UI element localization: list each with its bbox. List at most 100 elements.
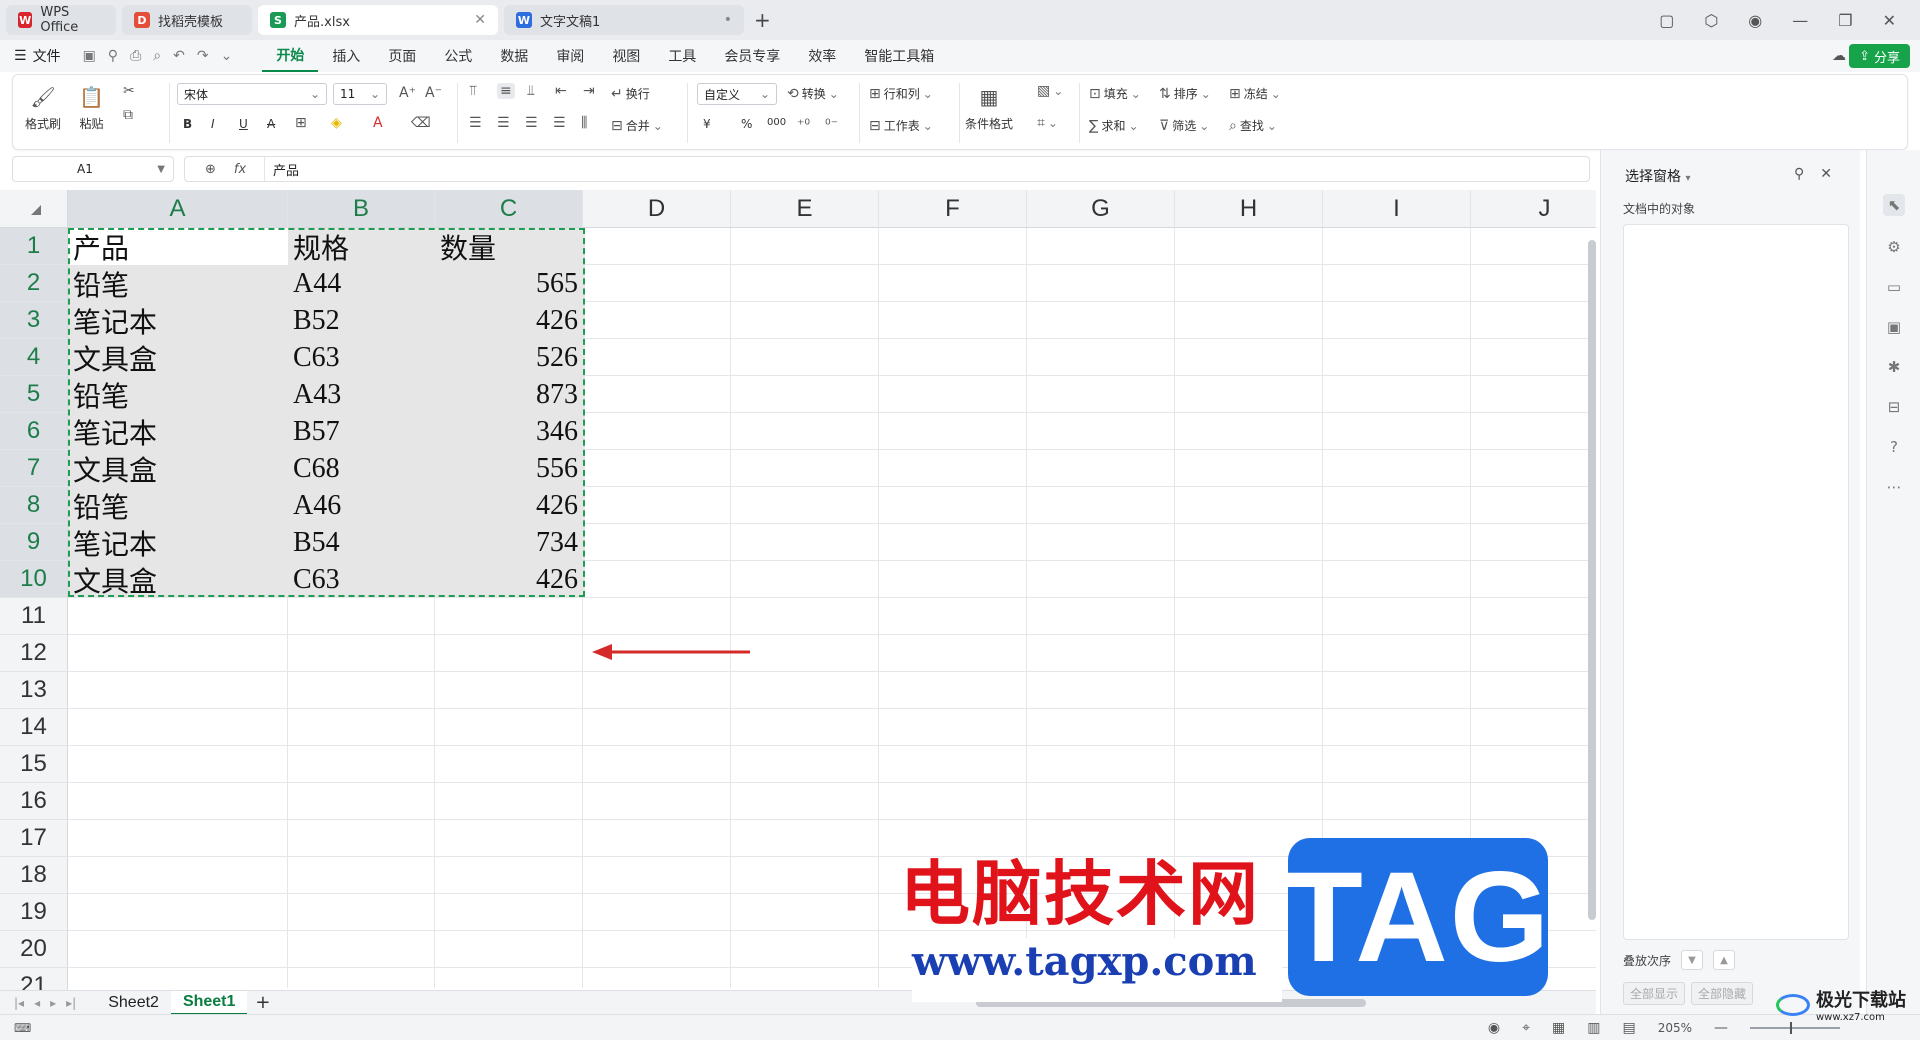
tab-3[interactable]: 页面 bbox=[374, 40, 430, 72]
tab-1[interactable]: 开始 bbox=[262, 40, 319, 72]
page-break-icon[interactable]: ▤ bbox=[1622, 1020, 1635, 1036]
convert-button[interactable]: ⟲ 转换 ⌄ bbox=[787, 85, 839, 102]
thousand-separator-button[interactable]: 000 bbox=[767, 117, 786, 128]
italic-button[interactable]: I bbox=[211, 117, 215, 131]
normal-view-icon[interactable]: ▦ bbox=[1552, 1020, 1565, 1036]
tab-4[interactable]: 公式 bbox=[430, 40, 486, 72]
more-icon[interactable]: ⌄ bbox=[221, 48, 233, 64]
link-icon[interactable]: ⚲ bbox=[108, 48, 118, 64]
column-header[interactable]: J bbox=[1471, 190, 1596, 228]
row-header[interactable]: 12 bbox=[0, 635, 68, 672]
row-header[interactable]: 11 bbox=[0, 598, 68, 635]
tab-document[interactable]: W 文字文稿1 • bbox=[504, 5, 744, 35]
conditional-format-button[interactable]: ▦ 条件格式 bbox=[965, 85, 1013, 132]
last-sheet-icon[interactable]: ▸| bbox=[66, 996, 76, 1010]
name-box[interactable]: A1 ▼ bbox=[12, 156, 174, 182]
font-name-select[interactable]: 宋体 ⌄ bbox=[177, 83, 327, 105]
align-middle-button[interactable]: ≡ bbox=[497, 83, 515, 99]
tab-7[interactable]: 视图 bbox=[598, 40, 654, 72]
zoom-out-icon[interactable]: — bbox=[1714, 1020, 1728, 1036]
column-header[interactable]: I bbox=[1323, 190, 1471, 228]
tab-5[interactable]: 数据 bbox=[486, 40, 542, 72]
wrap-button[interactable]: ↵ 换行 bbox=[611, 85, 650, 102]
cloud-icon[interactable]: ☁ bbox=[1832, 48, 1846, 64]
file-menu[interactable]: ☰ 文件 bbox=[14, 46, 61, 66]
select-pointer-icon[interactable]: ⬉ bbox=[1883, 194, 1905, 216]
column-header[interactable]: E bbox=[731, 190, 879, 228]
column-header[interactable]: C bbox=[435, 190, 583, 228]
comment-icon[interactable]: ▭ bbox=[1883, 276, 1905, 298]
tab-template[interactable]: D 找稻壳模板 bbox=[122, 5, 252, 35]
align-bottom-button[interactable]: ⫫ bbox=[527, 83, 535, 99]
fill-color-button[interactable]: ◈ bbox=[331, 115, 342, 131]
sum-button[interactable]: ∑ 求和 ⌄ bbox=[1089, 117, 1139, 134]
filter-button[interactable]: ⊽ 筛选 ⌄ bbox=[1159, 117, 1209, 134]
percent-button[interactable]: % bbox=[741, 117, 752, 131]
bold-button[interactable]: B bbox=[183, 117, 192, 131]
page-layout-icon[interactable]: ▥ bbox=[1587, 1020, 1600, 1036]
new-tab-button[interactable]: + bbox=[754, 8, 771, 32]
row-header[interactable]: 1 bbox=[0, 228, 68, 265]
border-button[interactable]: ⊞ bbox=[295, 115, 307, 131]
layout-icon[interactable]: ▢ bbox=[1659, 11, 1674, 30]
first-sheet-icon[interactable]: |◂ bbox=[14, 996, 24, 1010]
row-header[interactable]: 17 bbox=[0, 820, 68, 857]
show-all-button[interactable]: 全部显示 bbox=[1623, 982, 1686, 1005]
font-size-select[interactable]: 11 ⌄ bbox=[333, 83, 387, 105]
move-up-button[interactable]: ▲ bbox=[1713, 950, 1736, 970]
freeze-button[interactable]: ⊞ 冻结 ⌄ bbox=[1229, 85, 1281, 102]
row-header[interactable]: 18 bbox=[0, 857, 68, 894]
font-color-button[interactable]: A bbox=[373, 115, 383, 131]
column-header[interactable]: D bbox=[583, 190, 731, 228]
justify-button[interactable]: ☰ bbox=[553, 115, 566, 131]
merge-button[interactable]: ⊟ 合并 ⌄ bbox=[611, 117, 663, 134]
row-header[interactable]: 15 bbox=[0, 746, 68, 783]
cube-icon[interactable]: ⬡ bbox=[1704, 11, 1718, 30]
preview-icon[interactable]: ⌕ bbox=[153, 48, 161, 64]
tab-2[interactable]: 插入 bbox=[318, 40, 374, 72]
cell-style-button[interactable]: ▧ ⌄ bbox=[1037, 83, 1063, 99]
tab-6[interactable]: 审阅 bbox=[542, 40, 598, 72]
book-icon[interactable]: ⊟ bbox=[1883, 396, 1905, 418]
tab-8[interactable]: 工具 bbox=[654, 40, 710, 72]
tab-10[interactable]: 效率 bbox=[794, 40, 850, 72]
redo-icon[interactable]: ↷ bbox=[197, 48, 209, 64]
row-header[interactable]: 19 bbox=[0, 894, 68, 931]
row-header[interactable]: 7 bbox=[0, 450, 68, 487]
locate-icon[interactable]: ⌖ bbox=[1522, 1020, 1530, 1036]
cut-button[interactable]: ✂ bbox=[123, 83, 135, 99]
decimal-decrease-button[interactable]: ⁰⁻ bbox=[825, 117, 838, 133]
zoom-formula-icon[interactable]: ⊕ bbox=[205, 162, 216, 177]
more-icon[interactable]: ⋯ bbox=[1883, 476, 1905, 498]
distribute-button[interactable]: ⫼ bbox=[581, 115, 587, 131]
column-header[interactable]: H bbox=[1175, 190, 1323, 228]
hide-all-button[interactable]: 全部隐藏 bbox=[1691, 982, 1754, 1005]
row-header[interactable]: 5 bbox=[0, 376, 68, 413]
column-header[interactable]: A bbox=[68, 190, 288, 228]
pin-icon[interactable]: ⚲ bbox=[1794, 166, 1804, 182]
select-all-corner[interactable] bbox=[0, 190, 68, 228]
print-icon[interactable]: ⎙ bbox=[130, 48, 141, 64]
help-icon[interactable]: ? bbox=[1883, 436, 1905, 458]
indent-increase-button[interactable]: ⇥ bbox=[583, 83, 595, 99]
object-list[interactable] bbox=[1623, 224, 1849, 940]
sort-button[interactable]: ⇅ 排序 ⌄ bbox=[1159, 85, 1211, 102]
align-top-button[interactable]: ⫪ bbox=[469, 83, 477, 99]
shrink-font-button[interactable]: A⁻ bbox=[425, 85, 442, 101]
number-format-select[interactable]: 自定义 ⌄ bbox=[697, 83, 777, 105]
sheet-tab-sheet2[interactable]: Sheet2 bbox=[96, 991, 171, 1015]
tools-icon[interactable]: ✱ bbox=[1883, 356, 1905, 378]
align-left-button[interactable]: ☰ bbox=[469, 115, 482, 131]
indent-decrease-button[interactable]: ⇤ bbox=[555, 83, 567, 99]
tab-11[interactable]: 智能工具箱 bbox=[850, 40, 948, 72]
undo-icon[interactable]: ↶ bbox=[173, 48, 185, 64]
tab-9[interactable]: 会员专享 bbox=[710, 40, 794, 72]
zoom-level[interactable]: 205% bbox=[1658, 1021, 1692, 1035]
vertical-scrollbar[interactable] bbox=[1588, 240, 1596, 920]
eye-icon[interactable]: ◉ bbox=[1488, 1020, 1500, 1036]
move-down-button[interactable]: ▼ bbox=[1681, 950, 1704, 970]
align-center-button[interactable]: ☰ bbox=[497, 115, 510, 131]
zoom-slider[interactable] bbox=[1750, 1021, 1840, 1034]
next-sheet-icon[interactable]: ▸ bbox=[50, 996, 56, 1010]
formula-value[interactable]: 产品 bbox=[265, 160, 299, 179]
